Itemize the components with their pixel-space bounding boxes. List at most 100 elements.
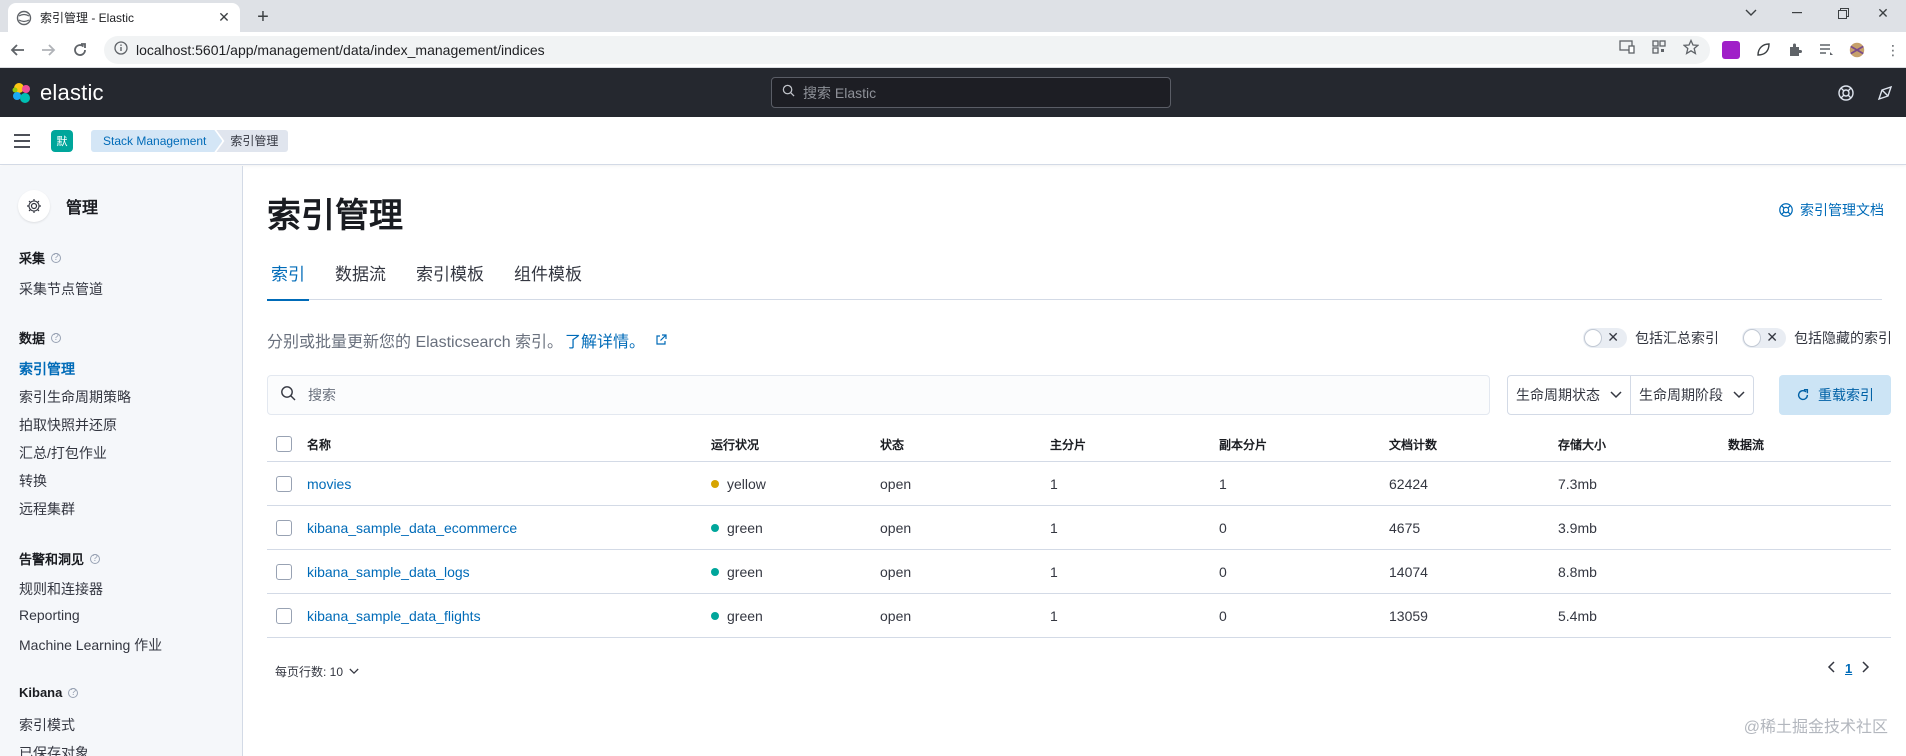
- primary-cell: 1: [1050, 607, 1058, 624]
- reload-indices-label: 重载索引: [1818, 387, 1874, 403]
- chevron-left-icon[interactable]: [1827, 661, 1835, 676]
- health-cell: yellow: [711, 476, 766, 492]
- sidenav-item-rollup-jobs[interactable]: 汇总/打包作业: [19, 443, 107, 463]
- menu-icon[interactable]: [12, 131, 32, 151]
- sidenav-item-rules-connectors[interactable]: 规则和连接器: [19, 579, 103, 599]
- cast-icon[interactable]: [1618, 38, 1636, 56]
- rollup-toggle[interactable]: ✕ 包括汇总索引: [1583, 328, 1719, 348]
- brand-wordmark: elastic: [40, 80, 104, 105]
- question-icon[interactable]: ?: [90, 553, 101, 564]
- browser-tab[interactable]: 索引管理 - Elastic ✕: [8, 3, 240, 32]
- sidenav-item-index-patterns[interactable]: 索引模式: [19, 715, 75, 735]
- forward-icon[interactable]: [36, 38, 60, 62]
- chevron-right-icon[interactable]: [1862, 661, 1870, 676]
- rows-per-page-select[interactable]: 每页行数: 10: [275, 663, 359, 680]
- help-icon[interactable]: [1836, 83, 1856, 103]
- health-text: green: [727, 563, 763, 580]
- sidenav-item-index-management[interactable]: 索引管理: [19, 359, 75, 379]
- chevron-down-icon: [349, 668, 359, 675]
- new-tab-icon[interactable]: +: [250, 6, 276, 28]
- col-health[interactable]: 运行状况: [711, 436, 759, 453]
- learn-more-link[interactable]: 了解详情。: [565, 328, 645, 352]
- rollup-switch[interactable]: ✕: [1583, 328, 1627, 348]
- tab-index-templates[interactable]: 索引模板: [412, 264, 488, 300]
- hidden-toggle[interactable]: ✕ 包括隐藏的索引: [1742, 328, 1892, 348]
- health-dot-icon: [711, 567, 719, 576]
- url-field[interactable]: localhost:5601/app/management/data/index…: [104, 36, 1710, 64]
- lifecycle-phase-filter[interactable]: 生命周期阶段: [1630, 376, 1753, 414]
- tab-data-streams[interactable]: 数据流: [331, 264, 390, 300]
- lifecycle-filters: 生命周期状态 生命周期阶段: [1507, 375, 1754, 415]
- col-status[interactable]: 状态: [880, 436, 904, 453]
- col-docs[interactable]: 文档计数: [1389, 436, 1437, 453]
- browser-menu-icon[interactable]: ⋮: [1884, 41, 1902, 59]
- sidenav-item-transforms[interactable]: 转换: [19, 471, 47, 491]
- sidenav-item-saved-objects[interactable]: 已保存对象: [19, 743, 89, 756]
- close-icon[interactable]: ✕: [216, 9, 232, 26]
- sidenav-group-ingest: 采集?: [19, 248, 62, 267]
- extension-leaf-icon[interactable]: [1754, 41, 1772, 59]
- space-avatar[interactable]: 默: [51, 130, 73, 152]
- sidenav-item-ingest-pipelines[interactable]: 采集节点管道: [19, 279, 103, 299]
- index-name-link[interactable]: movies: [307, 476, 351, 492]
- reading-list-icon[interactable]: [1818, 41, 1836, 59]
- tab-indices[interactable]: 索引: [267, 264, 309, 301]
- qr-code-icon[interactable]: [1650, 38, 1668, 56]
- hidden-switch[interactable]: ✕: [1742, 328, 1786, 348]
- index-search-input[interactable]: 搜索: [267, 375, 1490, 415]
- row-checkbox[interactable]: [276, 607, 292, 624]
- col-size[interactable]: 存储大小: [1558, 436, 1606, 453]
- extensions-puzzle-icon[interactable]: [1786, 41, 1804, 59]
- sidenav-item-snapshot-restore[interactable]: 拍取快照并还原: [19, 415, 117, 435]
- size-cell: 3.9mb: [1558, 519, 1597, 536]
- question-icon[interactable]: ?: [68, 687, 79, 698]
- col-name[interactable]: 名称: [307, 436, 331, 453]
- docs-link[interactable]: 索引管理文档: [1778, 200, 1884, 220]
- window-close-icon[interactable]: ✕: [1860, 0, 1906, 26]
- newsfeed-icon[interactable]: [1875, 83, 1895, 103]
- page-number[interactable]: 1: [1845, 661, 1852, 676]
- index-name-link[interactable]: kibana_sample_data_ecommerce: [307, 520, 517, 536]
- index-name-link[interactable]: kibana_sample_data_logs: [307, 564, 470, 580]
- profile-avatar-icon[interactable]: [1848, 41, 1866, 59]
- row-checkbox[interactable]: [276, 519, 292, 536]
- sidenav-item-ml-jobs[interactable]: Machine Learning 作业: [19, 635, 162, 655]
- page-title: 索引管理: [267, 197, 403, 235]
- elastic-logo[interactable]: elastic: [10, 80, 104, 106]
- chevron-down-icon[interactable]: [1728, 0, 1774, 26]
- url-text: localhost:5601/app/management/data/index…: [136, 42, 545, 58]
- docs-cell: 4675: [1389, 519, 1421, 536]
- health-cell: green: [711, 608, 763, 624]
- elastic-favicon-icon: [16, 10, 32, 26]
- sidenav-item-remote-clusters[interactable]: 远程集群: [19, 499, 75, 519]
- elastic-logo-icon: [12, 83, 30, 103]
- chevron-down-icon: [1733, 391, 1745, 399]
- reload-page-icon[interactable]: [68, 38, 92, 62]
- index-name-link[interactable]: kibana_sample_data_flights: [307, 608, 481, 624]
- health-text: green: [727, 519, 763, 536]
- back-icon[interactable]: [6, 38, 30, 62]
- global-search-placeholder: 搜索 Elastic: [803, 84, 877, 101]
- reload-indices-button[interactable]: 重载索引: [1779, 375, 1891, 415]
- bookmark-star-icon[interactable]: [1682, 38, 1700, 56]
- col-data-stream[interactable]: 数据流: [1728, 436, 1764, 453]
- col-replicas[interactable]: 副本分片: [1219, 436, 1267, 453]
- sidenav-item-reporting[interactable]: Reporting: [19, 607, 80, 623]
- chevron-down-icon: [1610, 391, 1622, 399]
- breadcrumb-stack-management[interactable]: Stack Management: [91, 130, 222, 152]
- select-all-checkbox[interactable]: [276, 436, 292, 452]
- browser-tabbar: 索引管理 - Elastic ✕ + ✕: [0, 0, 1906, 32]
- question-icon[interactable]: ?: [51, 332, 62, 343]
- extension-purple-icon[interactable]: [1722, 41, 1740, 59]
- minimize-icon[interactable]: [1774, 0, 1820, 26]
- row-checkbox[interactable]: [276, 563, 292, 580]
- global-search-input[interactable]: 搜索 Elastic: [771, 77, 1171, 108]
- lifecycle-status-filter[interactable]: 生命周期状态: [1508, 376, 1630, 414]
- site-info-icon[interactable]: [114, 40, 128, 60]
- tab-component-templates[interactable]: 组件模板: [510, 264, 586, 300]
- lifecycle-status-label: 生命周期状态: [1516, 387, 1600, 403]
- question-icon[interactable]: ?: [51, 252, 62, 263]
- col-primary[interactable]: 主分片: [1050, 436, 1086, 453]
- sidenav-item-ilm-policies[interactable]: 索引生命周期策略: [19, 387, 131, 407]
- row-checkbox[interactable]: [276, 475, 292, 492]
